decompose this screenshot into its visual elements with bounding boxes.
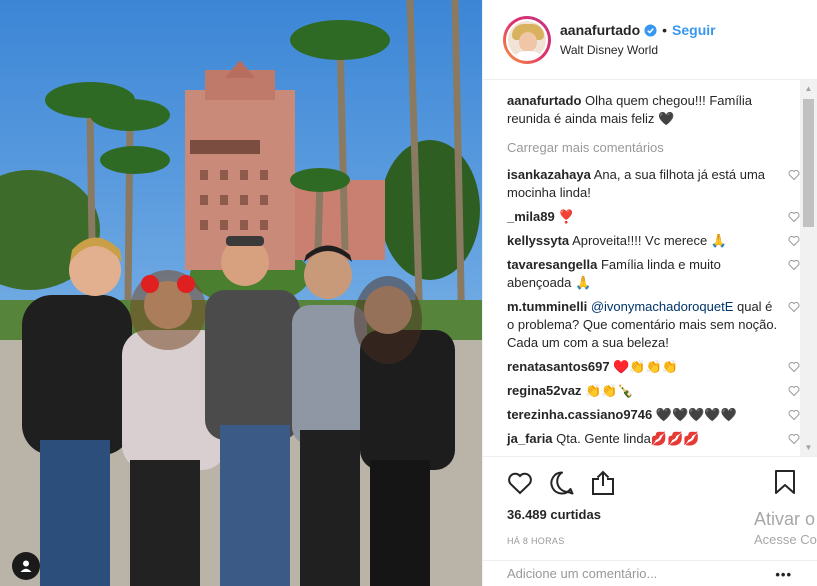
scrollbar-thumb[interactable] (803, 99, 814, 227)
follow-button[interactable]: Seguir (672, 22, 716, 38)
comment-item: _mila89 ❣️ (507, 208, 800, 226)
comment-item: tavaresangella Família linda e muito abe… (507, 256, 800, 292)
comment-mention[interactable]: @ivonymachadoroquetE (591, 299, 734, 314)
load-more-comments-button[interactable]: Carregar mais comentários (507, 140, 792, 155)
comment-text: Qta. Gente linda💋💋💋 (552, 431, 700, 446)
scroll-up-arrow-icon[interactable]: ▲ (800, 80, 817, 97)
comment-username[interactable]: terezinha.cassiano9746 (507, 407, 652, 422)
comment-item: regina52vaz 👏👏🍾 (507, 382, 800, 400)
caption-username[interactable]: aanafurtado (507, 93, 581, 108)
comment-like-heart-icon[interactable] (788, 235, 800, 247)
comment-like-heart-icon[interactable] (788, 361, 800, 373)
comment-text: 👏👏🍾 (581, 383, 634, 398)
comment-item: renatasantos697 ♥️👏👏👏 (507, 358, 800, 376)
photo-illustration (0, 0, 482, 586)
watermark-line2: Acesse Co (754, 532, 817, 547)
watermark-line1: Ativar o (754, 509, 816, 529)
comment-like-heart-icon[interactable] (788, 211, 800, 223)
post-header: aanafurtado • Seguir Walt Disney World (483, 0, 817, 80)
avatar-image (506, 18, 548, 61)
comment-username[interactable]: kellyssyta (507, 233, 569, 248)
heart-icon[interactable] (507, 471, 533, 495)
windows-activation-watermark: Ativar o Acesse Co (754, 509, 817, 547)
comments-scrollbar[interactable]: ▲ ▼ (800, 80, 817, 456)
comment-username[interactable]: m.tumminelli (507, 299, 587, 314)
add-comment-placeholder: Adicione um comentário... (507, 566, 658, 581)
comment-item: ja_faria Qta. Gente linda💋💋💋 (507, 430, 800, 448)
comment-text: 🖤🖤🖤🖤🖤 (652, 407, 737, 422)
header-text: aanafurtado • Seguir Walt Disney World (560, 22, 716, 57)
comment-item: m.tumminelli @ivonymachadoroquetE qual é… (507, 298, 800, 352)
post-side-panel: aanafurtado • Seguir Walt Disney World a… (482, 0, 817, 586)
comment-items: isankazahaya Ana, a sua filhota já está … (507, 166, 800, 448)
more-options-button[interactable]: ••• (775, 567, 792, 582)
comment-item: kellyssyta Aproveita!!!! Vc merece 🙏 (507, 232, 800, 250)
share-icon[interactable] (591, 470, 615, 496)
add-comment-input[interactable]: Adicione um comentário... ••• (483, 560, 817, 586)
author-username[interactable]: aanafurtado (560, 22, 640, 38)
comment-username[interactable]: renatasantos697 (507, 359, 610, 374)
post-caption: aanafurtado Olha quem chegou!!! Família … (507, 92, 792, 128)
comment-like-heart-icon[interactable] (788, 259, 800, 271)
comment-username[interactable]: tavaresangella (507, 257, 597, 272)
comment-item: terezinha.cassiano9746 🖤🖤🖤🖤🖤 (507, 406, 800, 424)
post-photo[interactable] (0, 0, 482, 586)
avatar[interactable] (503, 15, 551, 64)
comment-text: ❣️ (554, 209, 575, 224)
comment-like-heart-icon[interactable] (788, 301, 800, 313)
comment-username[interactable]: ja_faria (507, 431, 553, 446)
scroll-down-arrow-icon[interactable]: ▼ (800, 439, 817, 456)
comments-list: aanafurtado Olha quem chegou!!! Família … (483, 80, 817, 456)
user-tag-icon[interactable] (12, 552, 40, 580)
comment-like-heart-icon[interactable] (788, 169, 800, 181)
comment-item: isankazahaya Ana, a sua filhota já está … (507, 166, 800, 202)
comment-username[interactable]: regina52vaz (507, 383, 581, 398)
comment-username[interactable]: isankazahaya (507, 167, 591, 182)
comment-icon[interactable] (549, 470, 575, 496)
person-glyph-icon (20, 560, 32, 572)
comment-username[interactable]: _mila89 (507, 209, 555, 224)
separator-dot: • (662, 22, 668, 38)
comment-like-heart-icon[interactable] (788, 409, 800, 421)
comment-text: Aproveita!!!! Vc merece 🙏 (569, 233, 727, 248)
comment-like-heart-icon[interactable] (788, 385, 800, 397)
comment-like-heart-icon[interactable] (788, 433, 800, 445)
comment-text: ♥️👏👏👏 (609, 359, 678, 374)
location-link[interactable]: Walt Disney World (560, 43, 716, 57)
bookmark-icon[interactable] (774, 469, 796, 495)
verified-badge-icon (644, 23, 657, 37)
